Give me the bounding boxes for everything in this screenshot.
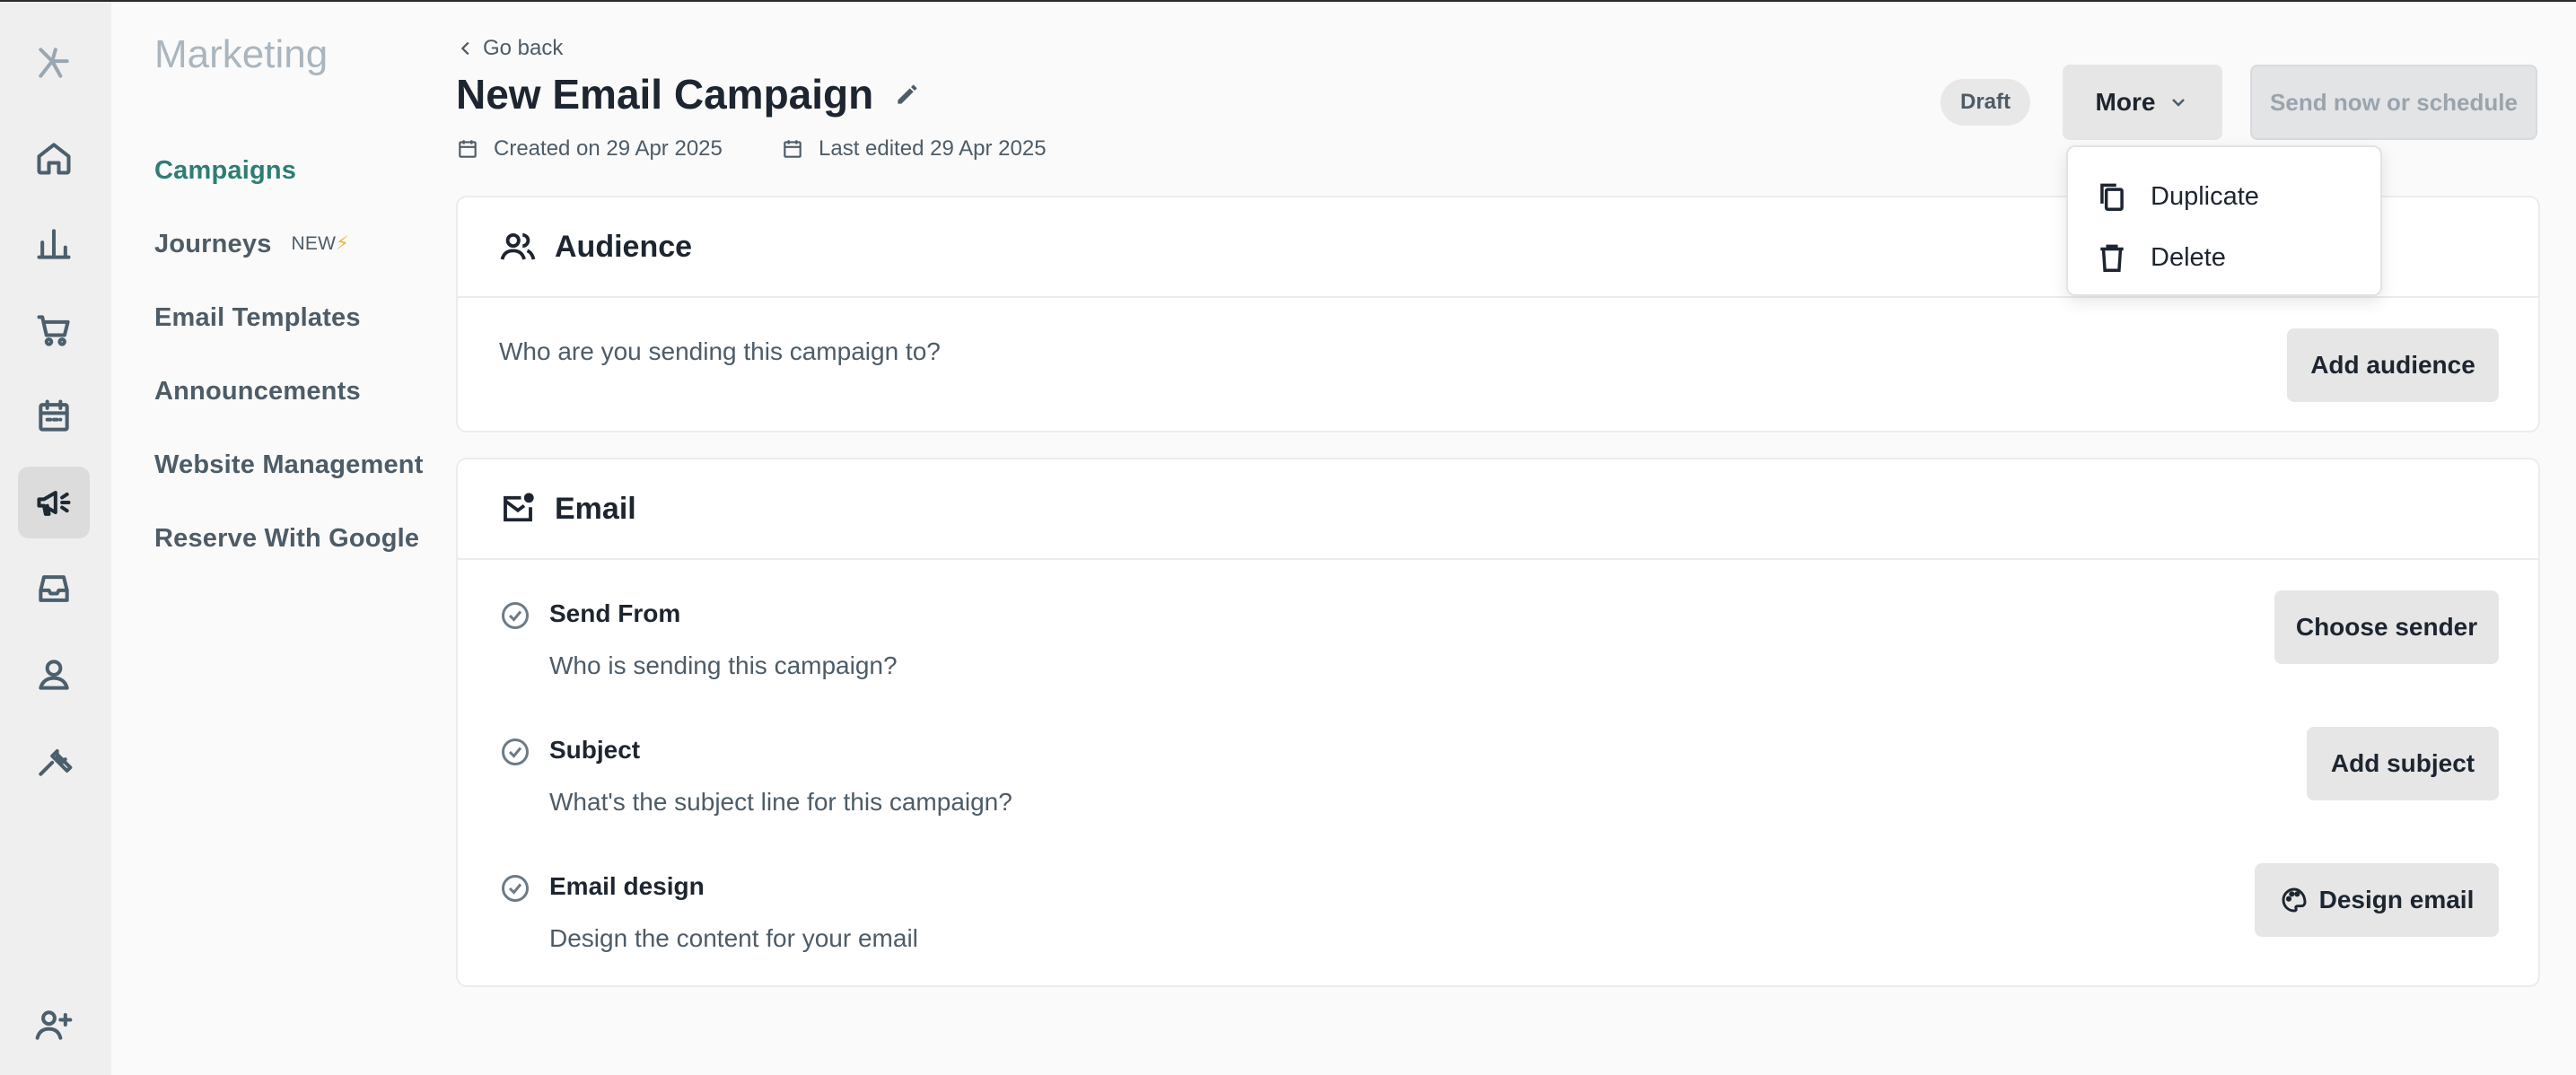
more-menu: Duplicate Delete <box>2066 145 2382 296</box>
email-design-title: Email design <box>549 872 705 900</box>
add-user-icon[interactable] <box>18 989 90 1061</box>
created-date: Created on 29 Apr 2025 <box>456 136 723 162</box>
trash-icon <box>2100 244 2124 272</box>
main-content: Go back New Email Campaign Created on 29… <box>456 2 2540 1075</box>
campaign-title: New Email Campaign <box>456 71 874 118</box>
last-edited-date: Last edited 29 Apr 2025 <box>781 136 1047 162</box>
add-audience-button[interactable]: Add audience <box>2287 328 2499 402</box>
subject-title: Subject <box>549 736 641 764</box>
calendar-icon <box>784 140 802 158</box>
choose-sender-button[interactable]: Choose sender <box>2274 590 2499 664</box>
send-from-title: Send From <box>549 599 681 627</box>
audience-prompt: Who are you sending this campaign to? <box>499 337 941 365</box>
chevron-left-icon <box>460 41 469 56</box>
new-badge: NEW⚡ <box>292 232 350 255</box>
inbox-icon[interactable] <box>18 553 90 625</box>
design-email-label: Design email <box>2318 886 2475 913</box>
nav-email-templates[interactable]: Email Templates <box>154 303 361 333</box>
wrench-icon[interactable] <box>18 725 90 797</box>
email-design-check-icon <box>499 872 531 905</box>
megaphone-icon[interactable] <box>18 467 90 538</box>
more-label: More <box>2095 88 2156 116</box>
send-from-subtitle: Who is sending this campaign? <box>549 651 898 679</box>
calendar-icon <box>459 140 477 158</box>
icon-rail <box>0 2 111 1075</box>
nav-website-management[interactable]: Website Management <box>154 450 424 480</box>
palette-icon <box>2282 887 2307 913</box>
created-date-text: Created on 29 Apr 2025 <box>494 136 723 161</box>
email-design-subtitle: Design the content for your email <box>549 924 918 952</box>
person-icon[interactable] <box>18 639 90 711</box>
email-header: Email <box>458 459 2538 560</box>
go-back-link[interactable]: Go back <box>456 36 563 61</box>
marketing-subnav: Marketing Campaigns Journeys NEW⚡ Email T… <box>111 2 452 1075</box>
more-button[interactable]: More <box>2063 65 2222 140</box>
cart-icon[interactable] <box>18 294 90 366</box>
menu-item-duplicate[interactable]: Duplicate <box>2095 171 2259 222</box>
email-title: Email <box>555 491 636 526</box>
page-title: New Email Campaign <box>456 70 922 118</box>
send-now-button[interactable]: Send now or schedule <box>2250 65 2537 140</box>
mail-icon <box>504 493 534 522</box>
home-icon[interactable] <box>18 122 90 194</box>
new-badge-label: NEW <box>291 233 337 254</box>
audience-title: Audience <box>555 229 693 264</box>
duplicate-icon <box>2100 183 2124 211</box>
go-back-label: Go back <box>483 36 564 60</box>
calendar-icon[interactable] <box>18 380 90 452</box>
add-subject-button[interactable]: Add subject <box>2307 727 2499 800</box>
nav-reserve-with-google[interactable]: Reserve With Google <box>154 524 419 554</box>
section-title: Marketing <box>154 32 329 76</box>
lightning-icon: ⚡ <box>336 233 350 254</box>
send-from-check-icon <box>499 599 531 632</box>
subject-check-icon <box>499 736 531 768</box>
design-email-button[interactable]: Design email <box>2255 863 2499 937</box>
chevron-down-icon <box>2172 99 2186 107</box>
nav-journeys[interactable]: Journeys NEW⚡ <box>154 230 349 259</box>
nav-campaigns[interactable]: Campaigns <box>154 156 296 186</box>
logo-icon[interactable] <box>18 27 90 99</box>
subject-subtitle: What's the subject line for this campaig… <box>549 788 1012 816</box>
last-edited-text: Last edited 29 Apr 2025 <box>819 136 1047 161</box>
duplicate-label: Duplicate <box>2151 181 2259 211</box>
menu-item-delete[interactable]: Delete <box>2095 232 2226 283</box>
nav-journeys-label: Journeys <box>154 230 272 258</box>
delete-label: Delete <box>2151 242 2226 272</box>
chart-icon[interactable] <box>18 208 90 280</box>
email-card: Email Send From Who is sending this camp… <box>456 458 2540 987</box>
status-badge: Draft <box>1941 79 2031 126</box>
pencil-icon[interactable] <box>893 80 922 109</box>
people-icon <box>500 232 536 260</box>
nav-announcements[interactable]: Announcements <box>154 377 361 406</box>
